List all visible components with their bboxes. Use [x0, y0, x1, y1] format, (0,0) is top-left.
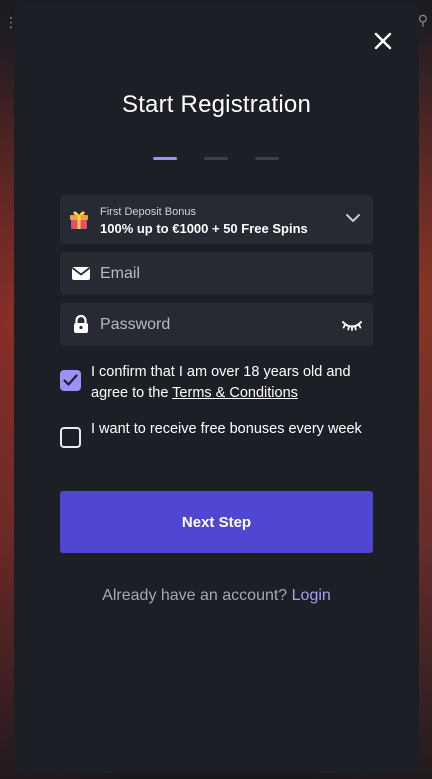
login-prompt-text: Already have an account? [102, 587, 292, 604]
gift-icon [70, 211, 88, 229]
search-icon: ⚲ [417, 12, 428, 28]
email-field [60, 252, 373, 295]
password-input[interactable] [100, 303, 330, 346]
email-input[interactable] [100, 252, 330, 295]
login-prompt: Already have an account? Login [14, 587, 419, 605]
menu-icon: ⋮ [4, 14, 18, 30]
age-confirmation-text: I confirm that I am over 18 years old an… [91, 362, 381, 404]
login-link[interactable]: Login [292, 587, 331, 604]
step-indicator [153, 157, 279, 160]
close-button[interactable] [373, 31, 393, 51]
eye-closed-icon[interactable] [341, 316, 363, 334]
lock-icon [74, 314, 88, 333]
envelope-icon [71, 267, 91, 280]
password-field [60, 303, 373, 346]
terms-link[interactable]: Terms & Conditions [172, 385, 298, 401]
step-1-indicator [153, 157, 177, 160]
bonus-optin-checkbox[interactable] [60, 427, 81, 448]
step-3-indicator [255, 157, 279, 160]
next-step-button[interactable]: Next Step [60, 491, 373, 553]
bonus-optin-text: I want to receive free bonuses every wee… [91, 421, 362, 437]
bonus-select[interactable]: First Deposit Bonus 100% up to €1000 + 5… [60, 195, 373, 244]
chevron-down-icon [346, 214, 360, 222]
step-2-indicator [204, 157, 228, 160]
registration-modal: Start Registration First Deposit Bonus 1… [14, 5, 419, 773]
modal-title: Start Registration [121, 91, 311, 118]
checkmark-icon [63, 374, 78, 386]
close-icon [374, 32, 392, 50]
bonus-value: 100% up to €1000 + 50 Free Spins [100, 221, 308, 236]
bonus-label: First Deposit Bonus [100, 206, 196, 218]
age-checkbox[interactable] [60, 370, 81, 391]
